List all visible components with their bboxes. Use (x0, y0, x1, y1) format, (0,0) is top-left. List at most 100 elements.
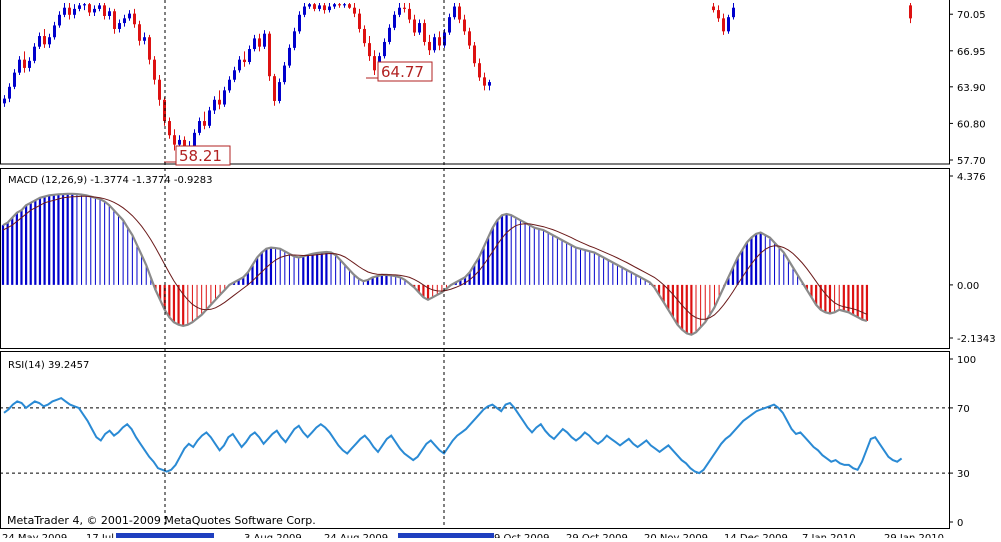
macd-indicator-label: MACD (12,26,9) -1.3774 -1.3774 -0.9283 (8, 175, 212, 186)
candle-body (323, 5, 326, 11)
candle-body (423, 23, 426, 42)
candle-body (93, 8, 96, 13)
candle-body (138, 24, 141, 41)
candle-body (398, 7, 401, 15)
candle-body (308, 4, 311, 7)
candle-body (13, 72, 16, 87)
macd-axis-label: 0.00 (957, 281, 979, 292)
time-axis-highlight (398, 533, 494, 541)
candle-body (28, 60, 31, 68)
rsi-panel[interactable] (0, 396, 949, 475)
candle-body (83, 4, 86, 6)
candle-body (218, 99, 221, 105)
candle-body (393, 14, 396, 28)
chart-canvas[interactable]: 58.21 64.77 70.05 66.95 63.90 60.80 57.70 4.37… (0, 0, 1001, 542)
candle-body (118, 23, 121, 29)
candle-body (178, 139, 181, 145)
time-axis-label: 29 Jan 2010 (884, 533, 944, 538)
macd-axis-label: 4.376 (957, 172, 986, 183)
candle-body (368, 43, 371, 57)
price-axis-label: 63.90 (957, 83, 986, 94)
candle-body (448, 17, 451, 33)
candle-body (33, 46, 36, 61)
candle-body (238, 59, 241, 71)
candle-body (108, 11, 111, 16)
candle-body (253, 38, 256, 50)
rsi-axis-label: 30 (957, 469, 970, 480)
candle-body (158, 79, 161, 100)
candle-body (63, 7, 66, 15)
macd-axis-label: -2.1343 (957, 334, 996, 345)
candle-body (258, 38, 261, 47)
candle-body (203, 121, 206, 126)
candle-body (418, 23, 421, 33)
candle-body (483, 77, 486, 86)
candle-body (58, 14, 61, 26)
candle-body (78, 5, 81, 9)
candle-body (123, 18, 126, 24)
candle-body (343, 4, 346, 6)
candle-body (463, 19, 466, 32)
rsi-line (3, 396, 903, 475)
candle-body (73, 8, 76, 15)
candle-body (208, 110, 211, 126)
candle-body (473, 45, 476, 64)
price-axis-label: 66.95 (957, 47, 986, 58)
candle-body (193, 132, 196, 146)
candle-body (313, 4, 316, 9)
candle-body (228, 79, 231, 91)
price-marker-value: 64.77 (381, 63, 424, 81)
candle-body (712, 6, 715, 11)
time-axis-label: 20 Nov 2009 (644, 533, 708, 538)
time-axis-label: 3 Aug 2009 (244, 533, 302, 538)
price-panel[interactable]: 58.21 64.77 (3, 3, 912, 166)
candle-body (453, 6, 456, 18)
candle-body (433, 37, 436, 51)
time-axis-label: 29 Oct 2009 (566, 533, 628, 538)
candle-body (353, 7, 356, 14)
macd-panel[interactable] (1, 192, 869, 336)
price-panel-frame (0, 0, 950, 165)
candle-body (18, 59, 21, 73)
candle-body (428, 41, 431, 51)
price-marker-value: 58.21 (179, 147, 222, 165)
candle-body (248, 49, 251, 63)
time-axis-label: 7 Jan 2010 (802, 533, 856, 538)
candle-body (268, 33, 271, 77)
rsi-axis-label: 70 (957, 404, 970, 415)
candle-body (53, 25, 56, 38)
candle-body (98, 5, 101, 9)
candle-body (153, 59, 156, 80)
candle-body (68, 7, 71, 15)
time-axis-label: 14 Dec 2009 (724, 533, 788, 538)
candle-body (383, 41, 386, 57)
candle-body (403, 7, 406, 9)
candle-body (113, 11, 116, 29)
copyright-text: MetaTrader 4, © 2001-2009 MetaQuotes Sof… (7, 514, 316, 527)
candle-body (278, 82, 281, 101)
rsi-axis-label: 0 (957, 518, 963, 529)
candle-body (328, 6, 331, 11)
time-axis-label: 9 Oct 2009 (494, 533, 549, 538)
time-axis-label: 17 Jul (86, 533, 114, 538)
candle-body (233, 70, 236, 80)
candle-body (213, 99, 216, 111)
candle-body (909, 5, 912, 19)
candle-body (458, 6, 461, 20)
candle-body (223, 90, 226, 105)
candle-body (48, 37, 51, 45)
candle-body (438, 37, 441, 46)
candle-body (468, 31, 471, 46)
rsi-indicator-label: RSI(14) 39.2457 (8, 360, 89, 371)
rsi-axis-label: 100 (957, 355, 976, 366)
candle-body (717, 10, 720, 19)
candle-body (173, 135, 176, 145)
candle-body (38, 36, 41, 47)
candle-body (303, 6, 306, 15)
candle-body (43, 36, 46, 45)
candle-body (128, 13, 131, 19)
candle-body (88, 4, 91, 13)
candle-body (338, 4, 341, 6)
candle-body (408, 8, 411, 20)
candle-body (273, 76, 276, 101)
